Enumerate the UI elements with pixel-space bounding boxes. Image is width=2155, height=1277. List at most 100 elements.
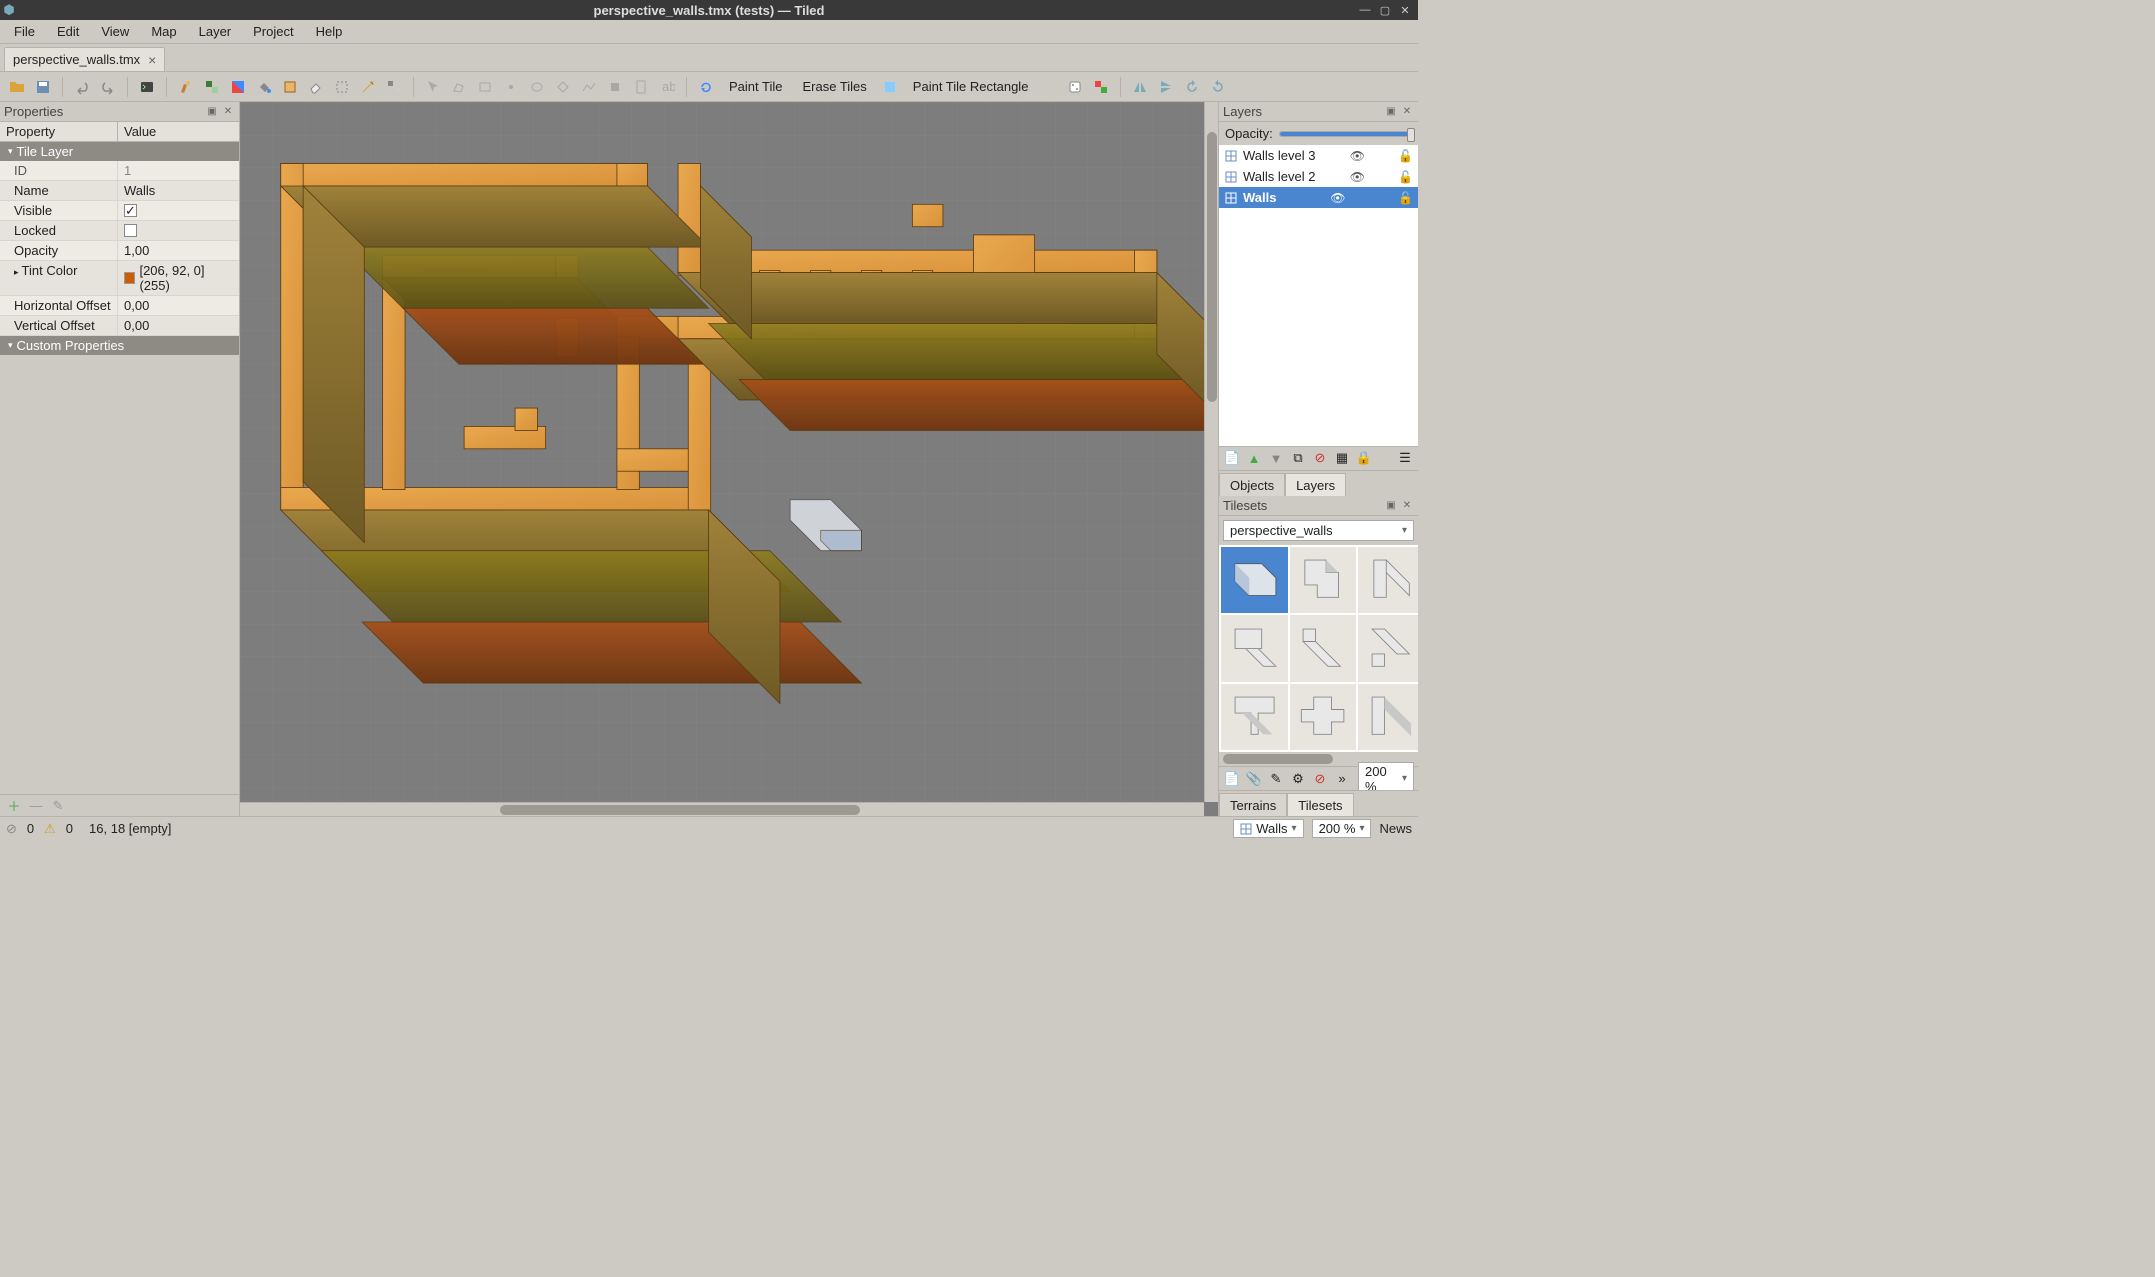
visibility-toggle-icon[interactable]: 👁	[1350, 149, 1364, 163]
undock-icon[interactable]: ▣	[1384, 105, 1398, 119]
canvas-scrollbar-vertical[interactable]	[1204, 102, 1218, 802]
tab-terrains[interactable]: Terrains	[1219, 793, 1287, 816]
wang-brush-button[interactable]	[227, 76, 249, 98]
rotate-left-button[interactable]	[1181, 76, 1203, 98]
prop-opacity-value[interactable]: 1,00	[118, 241, 239, 260]
undock-icon[interactable]: ▣	[205, 105, 219, 119]
open-button[interactable]	[6, 76, 28, 98]
layer-item[interactable]: Walls level 2 👁 🔓	[1219, 166, 1418, 187]
tab-layers[interactable]: Layers	[1285, 473, 1346, 496]
menu-map[interactable]: Map	[141, 22, 186, 41]
tile-0-selected[interactable]	[1221, 547, 1288, 614]
checkbox-icon[interactable]	[124, 224, 137, 237]
tab-tilesets[interactable]: Tilesets	[1287, 793, 1353, 816]
move-down-button[interactable]: ▼	[1267, 449, 1285, 467]
insert-point-button[interactable]	[500, 76, 522, 98]
random-mode-button[interactable]	[1064, 76, 1086, 98]
new-tileset-button[interactable]: 📄	[1223, 770, 1241, 788]
checkbox-icon[interactable]: ✓	[124, 204, 137, 217]
close-button[interactable]: ✕	[1398, 3, 1412, 17]
tile-2[interactable]	[1358, 547, 1418, 614]
property-group-custom[interactable]: ▾Custom Properties	[0, 336, 239, 355]
undo-button[interactable]	[71, 76, 93, 98]
undock-icon[interactable]: ▣	[1384, 498, 1398, 512]
add-property-button[interactable]: ＋	[6, 798, 22, 814]
shape-fill-button[interactable]	[279, 76, 301, 98]
eraser-button[interactable]	[305, 76, 327, 98]
flip-v-button[interactable]	[1155, 76, 1177, 98]
dynamic-wrap-button[interactable]: »	[1333, 770, 1351, 788]
save-button[interactable]	[32, 76, 54, 98]
insert-tile-button[interactable]	[604, 76, 626, 98]
close-icon[interactable]: ×	[148, 55, 156, 65]
edit-tileset-button[interactable]: ✎	[1267, 770, 1285, 788]
paint-tile-label[interactable]: Paint Tile	[721, 77, 790, 96]
property-group-tile-layer[interactable]: ▾Tile Layer	[0, 142, 239, 161]
delete-layer-button[interactable]: ⊘	[1311, 449, 1329, 467]
tile-5[interactable]	[1358, 615, 1418, 682]
map-canvas[interactable]	[240, 102, 1218, 816]
opacity-slider[interactable]	[1279, 131, 1412, 137]
embed-tileset-button[interactable]: 📎	[1245, 770, 1263, 788]
tile-7[interactable]	[1290, 684, 1357, 751]
prop-tint-value[interactable]: [206, 92, 0] (255)	[118, 261, 239, 295]
prop-locked-value[interactable]	[118, 221, 239, 240]
close-icon[interactable]: ✕	[221, 105, 235, 119]
tile-4[interactable]	[1290, 615, 1357, 682]
lock-button[interactable]: 🔒	[1355, 449, 1373, 467]
news-button[interactable]: News	[1379, 821, 1412, 836]
zoom-combo[interactable]: 200 % ▾	[1312, 819, 1372, 838]
bucket-fill-button[interactable]	[253, 76, 275, 98]
close-icon[interactable]: ✕	[1400, 498, 1414, 512]
error-icon[interactable]: ⊘	[6, 821, 17, 837]
select-same-button[interactable]	[383, 76, 405, 98]
visibility-toggle-icon[interactable]: 👁	[1350, 170, 1364, 184]
new-layer-button[interactable]: 📄	[1223, 449, 1241, 467]
tile-8[interactable]	[1358, 684, 1418, 751]
edit-property-button[interactable]: ✎	[50, 798, 66, 814]
insert-template-button[interactable]	[630, 76, 652, 98]
tile-1[interactable]	[1290, 547, 1357, 614]
delete-tileset-button[interactable]: ⊘	[1311, 770, 1329, 788]
remove-property-button[interactable]: —	[28, 798, 44, 814]
paint-tile-rectangle-label[interactable]: Paint Tile Rectangle	[905, 77, 1037, 96]
lock-toggle-icon[interactable]: 🔓	[1398, 170, 1412, 184]
document-tab[interactable]: perspective_walls.tmx ×	[4, 47, 165, 71]
rotate-right-button[interactable]	[1207, 76, 1229, 98]
current-layer-combo[interactable]: Walls ▾	[1233, 819, 1303, 838]
redo-button[interactable]	[97, 76, 119, 98]
tileset-selector[interactable]: perspective_walls ▾	[1223, 520, 1414, 541]
edit-polygons-button[interactable]	[448, 76, 470, 98]
maximize-button[interactable]: ▢	[1378, 3, 1392, 17]
duplicate-layer-button[interactable]: ⧉	[1289, 449, 1307, 467]
canvas-scrollbar-horizontal[interactable]	[240, 802, 1204, 816]
minimize-button[interactable]: —	[1358, 3, 1372, 17]
visibility-toggle-icon[interactable]: 👁	[1330, 191, 1344, 205]
layer-item[interactable]: Walls level 3 👁 🔓	[1219, 145, 1418, 166]
prop-hoff-value[interactable]: 0,00	[118, 296, 239, 315]
prop-visible-value[interactable]: ✓	[118, 201, 239, 220]
other-layers-button[interactable]: ☰	[1396, 449, 1414, 467]
layer-item-selected[interactable]: Walls 👁 🔓	[1219, 187, 1418, 208]
wang-fill-button[interactable]	[1090, 76, 1112, 98]
flip-h-button[interactable]	[1129, 76, 1151, 98]
rect-select-button[interactable]	[331, 76, 353, 98]
menu-file[interactable]: File	[4, 22, 45, 41]
tile-6[interactable]	[1221, 684, 1288, 751]
prop-voff-value[interactable]: 0,00	[118, 316, 239, 335]
paint-rect-icon[interactable]	[879, 76, 901, 98]
insert-rect-button[interactable]	[474, 76, 496, 98]
command-button[interactable]	[136, 76, 158, 98]
magic-wand-button[interactable]	[357, 76, 379, 98]
show-hide-button[interactable]: ▦	[1333, 449, 1351, 467]
warning-icon[interactable]: ⚠	[44, 821, 56, 837]
reload-button[interactable]	[695, 76, 717, 98]
lock-toggle-icon[interactable]: 🔓	[1398, 149, 1412, 163]
insert-polyline-button[interactable]	[578, 76, 600, 98]
tileset-properties-button[interactable]: ⚙	[1289, 770, 1307, 788]
stamp-brush-button[interactable]	[175, 76, 197, 98]
menu-layer[interactable]: Layer	[189, 22, 242, 41]
insert-text-button[interactable]: ab	[656, 76, 678, 98]
tile-3[interactable]	[1221, 615, 1288, 682]
menu-edit[interactable]: Edit	[47, 22, 89, 41]
